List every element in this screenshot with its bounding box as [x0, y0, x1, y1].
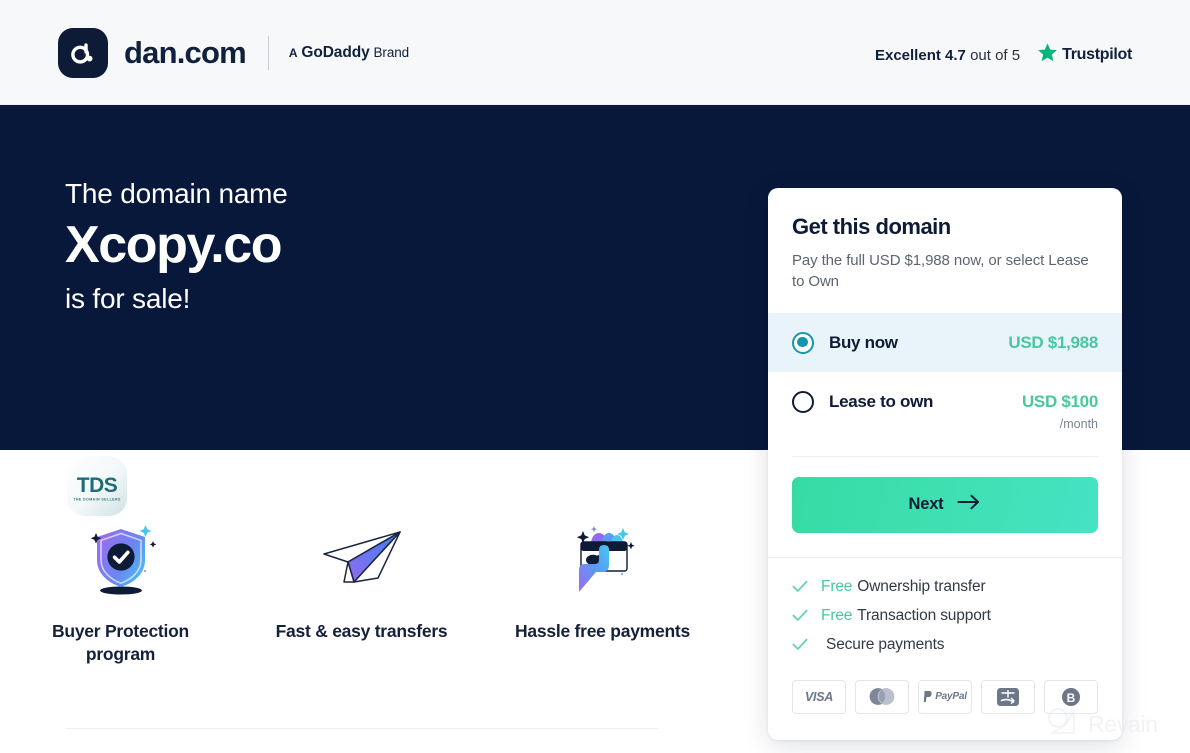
check-icon	[792, 609, 808, 622]
seller-listed-by-label: Listed by	[146, 465, 207, 483]
seller-name: Top Domain Sellers	[146, 488, 293, 506]
seller-info: TDS THE DOMAIN SELLERS Listed by Top Dom…	[66, 455, 292, 517]
option-label-lease-to-own: Lease to own	[829, 392, 934, 412]
benefit-item: Secure payments	[792, 636, 1098, 654]
next-button[interactable]: Next	[792, 476, 1098, 533]
option-price-buy-now: USD $1,988	[1008, 332, 1098, 352]
benefit-text: Transaction support	[857, 606, 991, 624]
payment-methods-row: VISA PayPal B	[768, 669, 1122, 740]
purchase-card: Get this domain Pay the full USD $1,988 …	[768, 188, 1122, 740]
option-price-wrap-buy-now: USD $1,988	[1008, 331, 1098, 354]
bitcoin-icon: B	[1044, 679, 1098, 714]
benefit-highlight: Free	[821, 606, 853, 624]
brand-logo-link[interactable]: dan.com A GoDaddy Brand	[58, 28, 409, 78]
svg-text:TDS: TDS	[77, 474, 118, 497]
purchase-card-subtitle: Pay the full USD $1,988 now, or select L…	[792, 252, 1089, 291]
tagline-godaddy: GoDaddy	[301, 44, 370, 61]
benefit-item: Free Transaction support	[792, 607, 1098, 625]
svg-text:B: B	[1067, 690, 1076, 704]
purchase-card-title: Get this domain	[792, 214, 951, 239]
trustpilot-rating-prefix: Excellent	[874, 46, 941, 64]
benefits-list: Free Ownership transfer Free Transaction…	[768, 558, 1122, 669]
option-label-buy-now: Buy now	[829, 332, 898, 352]
option-lease-to-own[interactable]: Lease to own USD $100 /month	[768, 372, 1122, 449]
arrow-right-icon	[957, 494, 981, 515]
option-price-wrap-lease-to-own: USD $100 /month	[1022, 390, 1098, 431]
feature-hassle-free-payments: Hassle free payments	[482, 520, 723, 667]
paper-plane-icon	[318, 520, 406, 598]
trustpilot-rating-value: 4.7	[945, 46, 966, 64]
feature-label: Hassle free payments	[515, 621, 690, 641]
page-title-domain: Xcopy.co	[65, 216, 283, 275]
paypal-inner: PayPal	[923, 690, 967, 703]
page-root: dan.com A GoDaddy Brand Excellent 4.7 ou…	[0, 0, 1190, 753]
trustpilot-rating-suffix: out of 5	[970, 46, 1021, 64]
tagline-brand: Brand	[373, 45, 410, 60]
trustpilot-rating[interactable]: Excellent 4.7 out of 5 Trustpilot	[875, 42, 1132, 68]
trustpilot-star-icon	[1037, 42, 1058, 68]
alipay-icon	[981, 679, 1035, 714]
trustpilot-logo: Trustpilot	[1037, 42, 1132, 68]
brand-wordmark: dan.com	[124, 35, 247, 70]
hero-line-3: is for sale!	[65, 282, 191, 314]
features-row: Buyer Protection program Fast & easy tra…	[0, 520, 724, 667]
paypal-icon: PayPal	[918, 679, 972, 714]
brand-divider	[267, 36, 269, 70]
feature-label: Fast & easy transfers	[275, 621, 448, 641]
option-price-lease-to-own: USD $100	[1021, 392, 1098, 412]
check-icon	[792, 580, 808, 593]
option-buy-now[interactable]: Buy now USD $1,988	[768, 312, 1122, 373]
paypal-label: PayPal	[935, 691, 967, 702]
visa-label: VISA	[805, 689, 833, 704]
dan-logo-icon	[58, 28, 108, 78]
visa-icon: VISA	[792, 679, 846, 714]
radio-buy-now[interactable]	[792, 331, 814, 354]
bottom-divider	[65, 728, 658, 729]
benefit-item: Free Ownership transfer	[792, 578, 1098, 596]
tagline-a: A	[288, 46, 298, 60]
trustpilot-wordmark: Trustpilot	[1062, 46, 1132, 63]
hero-text-block: The domain name Xcopy.co is for sale!	[65, 178, 685, 315]
benefit-text: Secure payments	[826, 635, 945, 653]
seller-text-block: Listed by Top Domain Sellers	[146, 462, 292, 509]
next-button-label: Next	[908, 495, 944, 513]
top-header-bar: dan.com A GoDaddy Brand Excellent 4.7 ou…	[0, 0, 1190, 105]
next-button-wrap: Next	[768, 457, 1122, 557]
svg-text:THE DOMAIN SELLERS: THE DOMAIN SELLERS	[73, 498, 121, 502]
feature-label: Buyer Protection program	[52, 621, 189, 665]
trustpilot-rating-text: Excellent 4.7 out of 5	[875, 47, 1020, 64]
hand-credit-card-icon	[561, 520, 645, 598]
hero-line-1: The domain name	[65, 178, 288, 209]
mastercard-icon	[855, 679, 909, 714]
purchase-card-header: Get this domain Pay the full USD $1,988 …	[768, 188, 1122, 313]
shield-check-icon	[79, 520, 163, 598]
radio-lease-to-own[interactable]	[792, 391, 814, 414]
option-period-lease-to-own: /month	[1059, 416, 1098, 431]
feature-buyer-protection: Buyer Protection program	[0, 520, 241, 667]
seller-logo-icon: TDS THE DOMAIN SELLERS	[66, 455, 128, 517]
benefit-text: Ownership transfer	[857, 577, 986, 595]
godaddy-brand-tagline: A GoDaddy Brand	[289, 44, 409, 62]
check-icon	[792, 638, 808, 651]
benefit-highlight: Free	[821, 577, 853, 595]
feature-fast-transfers: Fast & easy transfers	[241, 520, 482, 667]
